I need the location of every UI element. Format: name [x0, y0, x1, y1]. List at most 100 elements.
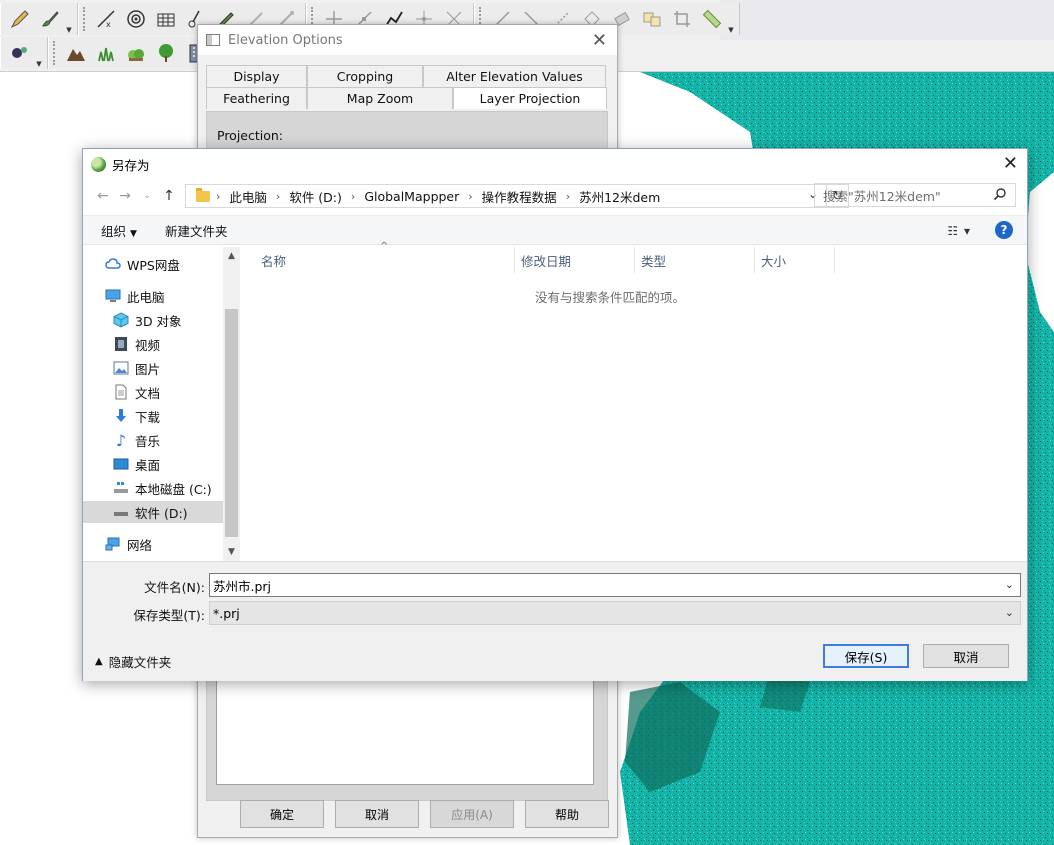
projection-label: Projection: — [217, 128, 284, 143]
tab-alter-elevation-values[interactable]: Alter Elevation Values — [423, 65, 606, 87]
nav-item-desktop[interactable]: 桌面 — [113, 453, 160, 475]
film-icon — [113, 336, 129, 352]
tab-display[interactable]: Display — [206, 65, 307, 87]
search-icon[interactable] — [993, 187, 1007, 204]
toolbar-grip[interactable] — [83, 7, 89, 31]
nav-item-downloads[interactable]: 下载 — [113, 405, 160, 427]
command-bar: 组织 ▼ 新建文件夹 ☷ ▾ ? — [83, 215, 1027, 245]
hide-folders-label: 隐藏文件夹 — [108, 655, 172, 670]
filetype-select[interactable]: *.prj ⌄ — [209, 601, 1021, 625]
close-icon[interactable]: ✕ — [592, 30, 607, 51]
toolbar-dropdown[interactable]: ▼ — [35, 38, 43, 68]
nav-label-desktop: 桌面 — [135, 457, 161, 473]
toolbar-dropdown[interactable]: ▼ — [65, 4, 73, 34]
tab-layer-projection[interactable]: Layer Projection — [453, 87, 607, 109]
target-icon[interactable] — [124, 7, 148, 31]
ok-button[interactable]: 确定 — [240, 800, 324, 828]
chevron-right-icon[interactable]: › — [216, 190, 220, 203]
new-folder-button[interactable]: 新建文件夹 — [165, 221, 228, 240]
mountain-icon[interactable] — [64, 41, 88, 65]
tab-feathering[interactable]: Feathering — [206, 87, 307, 109]
nav-item-documents[interactable]: 文档 — [113, 381, 160, 403]
forward-arrow-icon[interactable]: → — [115, 188, 135, 204]
nav-label-pictures: 图片 — [135, 361, 161, 377]
nav-label-soft-disk-d: 软件 (D:) — [135, 505, 188, 521]
tab-row-2: Feathering Map Zoom Layer Projection — [206, 87, 608, 109]
desktop-icon — [113, 456, 129, 472]
nav-item-3d-objects[interactable]: 3D 对象 — [113, 309, 182, 331]
bush-icon[interactable] — [124, 41, 148, 65]
drive-icon — [113, 504, 129, 520]
chevron-down-icon[interactable]: ⌄ — [1005, 578, 1014, 591]
crop-icon[interactable] — [670, 7, 694, 31]
organize-menu[interactable]: 组织 ▼ — [101, 221, 137, 240]
grid-icon[interactable] — [154, 7, 178, 31]
ruler-icon[interactable] — [700, 7, 724, 31]
nav-item-wps[interactable]: WPS网盘 — [105, 253, 180, 275]
breadcrumb-globalmappper[interactable]: GlobalMappper — [364, 189, 459, 204]
chevron-right-icon[interactable]: › — [468, 190, 472, 203]
pencil-icon[interactable] — [8, 7, 32, 31]
copy-shape-icon[interactable] — [640, 7, 664, 31]
save-dialog-titlebar[interactable]: 另存为 ✕ — [83, 149, 1027, 179]
elevation-dialog-titlebar[interactable]: Elevation Options ✕ — [198, 25, 617, 55]
nav-item-videos[interactable]: 视频 — [113, 333, 160, 355]
chevron-right-icon[interactable]: › — [276, 190, 280, 203]
toolbar-grip[interactable] — [53, 41, 59, 65]
breadcrumb-tutorial-data[interactable]: 操作教程数据 — [482, 187, 557, 206]
nav-label-this-pc: 此电脑 — [127, 289, 165, 305]
close-icon[interactable]: ✕ — [1003, 153, 1018, 174]
help-button[interactable]: 帮助 — [525, 800, 609, 828]
bug-icon[interactable] — [8, 41, 32, 65]
column-header-name[interactable]: 名称 — [255, 247, 515, 273]
chevron-right-icon[interactable]: › — [351, 190, 355, 203]
projection-text-area[interactable] — [216, 675, 594, 785]
recent-dropdown-icon[interactable]: ⌄ — [137, 191, 157, 201]
cloud-icon — [105, 256, 121, 272]
nav-item-network[interactable]: 网络 — [105, 533, 152, 555]
filename-field[interactable]: 苏州市.prj ⌄ — [209, 573, 1021, 597]
column-header-modified[interactable]: 修改日期 — [515, 247, 635, 273]
breadcrumb-drive-d[interactable]: 软件 (D:) — [289, 187, 342, 206]
filename-label: 文件名(N): — [144, 580, 205, 595]
scroll-down-icon[interactable]: ▼ — [223, 547, 240, 557]
nav-item-local-disk-c[interactable]: 本地磁盘 (C:) — [113, 477, 212, 499]
view-options-icon[interactable]: ☷ ▾ — [947, 224, 971, 238]
breadcrumb-current-folder[interactable]: 苏州12米dem — [579, 187, 660, 206]
address-bar[interactable]: › 此电脑 › 软件 (D:) › GlobalMappper › 操作教程数据… — [185, 184, 849, 208]
scroll-up-icon[interactable]: ▲ — [223, 251, 240, 261]
save-button[interactable]: 保存(S) — [823, 644, 909, 668]
chevron-down-icon[interactable]: ⌄ — [1005, 606, 1014, 619]
scrollbar-thumb[interactable] — [225, 309, 238, 537]
up-arrow-icon[interactable]: ↑ — [159, 188, 179, 204]
nav-item-music[interactable]: ♪ 音乐 — [113, 429, 160, 451]
chevron-right-icon[interactable]: › — [566, 190, 570, 203]
empty-results-message: 没有与搜索条件匹配的项。 — [534, 290, 685, 305]
grass-icon[interactable] — [94, 41, 118, 65]
column-header-size[interactable]: 大小 — [755, 247, 835, 273]
folder-icon — [196, 187, 210, 202]
elevation-dialog-title: Elevation Options — [228, 32, 343, 48]
toolbar-group-terrain — [48, 37, 216, 69]
cancel-button[interactable]: 取消 — [923, 644, 1009, 668]
navigation-scrollbar[interactable]: ▲ ▼ — [223, 247, 240, 561]
breadcrumb-this-pc[interactable]: 此电脑 — [229, 187, 267, 206]
nav-item-soft-disk-d[interactable]: 软件 (D:) — [83, 501, 223, 523]
tab-cropping[interactable]: Cropping — [307, 65, 423, 87]
hide-folders-toggle[interactable]: ▲ 隐藏文件夹 — [95, 652, 171, 671]
tab-map-zoom[interactable]: Map Zoom — [307, 87, 453, 109]
search-input[interactable]: 搜索"苏州12米dem" — [814, 183, 1016, 207]
help-icon[interactable]: ? — [995, 221, 1013, 239]
toolbar-dropdown[interactable]: ▼ — [727, 4, 735, 34]
column-header-type[interactable]: 类型 — [635, 247, 755, 273]
back-arrow-icon[interactable]: ← — [93, 188, 113, 204]
nav-label-local-disk-c: 本地磁盘 (C:) — [135, 481, 212, 497]
nav-item-pictures[interactable]: 图片 — [113, 357, 160, 379]
measure-icon[interactable]: x — [94, 7, 118, 31]
toolbar-group-analysis: ▼ — [0, 37, 48, 69]
nav-item-this-pc[interactable]: 此电脑 — [105, 285, 165, 307]
cancel-button[interactable]: 取消 — [335, 800, 419, 828]
tree-icon[interactable] — [154, 41, 178, 65]
brush-icon[interactable] — [38, 7, 62, 31]
nav-buttons: ← → ⌄ ↑ — [93, 188, 185, 204]
